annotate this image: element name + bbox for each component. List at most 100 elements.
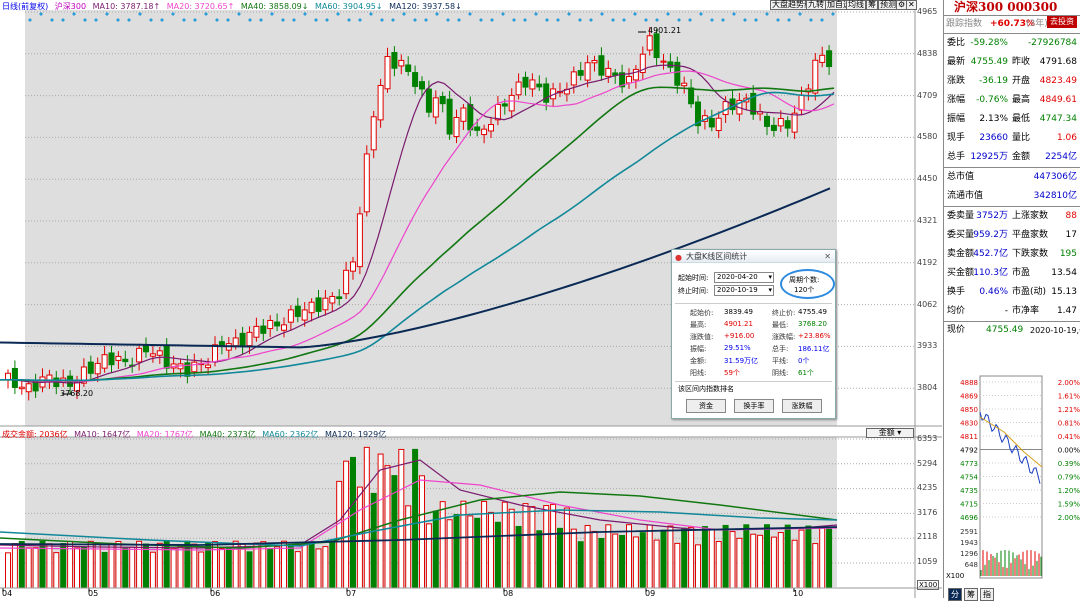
- stats-label: 最低:: [772, 321, 789, 329]
- mini-price-tick: 4792: [960, 447, 978, 455]
- period-value: 120个: [794, 286, 815, 294]
- volume-bar: [274, 546, 281, 589]
- mini-price-tick: 4811: [960, 433, 978, 441]
- quote-value: -0.76%: [976, 95, 1008, 105]
- quote-label: 金额: [1012, 152, 1031, 162]
- quote-value: 959.2万: [973, 230, 1008, 240]
- quote-label: 量比: [1012, 133, 1031, 143]
- volume-bar: [80, 546, 87, 589]
- month-tick: 05: [88, 589, 99, 598]
- candle-body: [149, 353, 156, 357]
- quote-label: 均价: [947, 306, 966, 316]
- volume-bar: [336, 480, 343, 589]
- dialog-title-bar[interactable]: ● 大盘K线区间统计 ✕: [672, 250, 835, 263]
- volume-bar: [653, 539, 660, 589]
- volume-bar: [308, 541, 315, 589]
- quote-value: 2254亿: [1045, 152, 1077, 162]
- candle-body: [370, 116, 377, 151]
- candle-body: [764, 115, 770, 127]
- turnover-button[interactable]: 换手率: [734, 399, 774, 413]
- mini-price-tick: 4773: [960, 460, 978, 468]
- chips-button[interactable]: 筹: [866, 0, 878, 10]
- candle-body: [425, 88, 432, 113]
- volume-tick: 5294: [917, 458, 938, 468]
- candle-body: [488, 124, 494, 132]
- volume-bar: [764, 524, 770, 589]
- candle-body: [18, 386, 25, 390]
- volume-bar: [384, 465, 391, 589]
- candle-body: [398, 59, 405, 67]
- candle-body: [770, 124, 777, 131]
- volume-bar: [474, 517, 481, 589]
- intraday-chart[interactable]: 4888 2.00% 4869 1.61% 4850 1.21% 4830 0.81% 4811…: [944, 372, 1080, 580]
- mini-vol-tick: 1296: [960, 550, 978, 558]
- month-tick: 08: [503, 589, 514, 598]
- volume-tick: 2118: [917, 532, 938, 542]
- close-icon[interactable]: ✕: [906, 0, 917, 10]
- volume-bar: [632, 536, 639, 589]
- quote-value: 4747.34: [1039, 114, 1077, 124]
- panel-tab[interactable]: 指: [980, 588, 994, 601]
- volume-bar: [25, 547, 32, 589]
- volume-bar: [363, 446, 370, 589]
- stats-value: 29.51%: [724, 344, 751, 352]
- volume-bar: [136, 540, 143, 589]
- mini-price-tick: 4735: [960, 487, 978, 495]
- chart-legend: 日线(前复权) 沪深300 MA10: 3787.18↑ MA20: 3720.…: [2, 1, 466, 12]
- volume-bar: [619, 534, 626, 589]
- ma-button[interactable]: 均线: [846, 0, 866, 10]
- candle-body: [536, 83, 543, 88]
- vol-ma120: MA120: 1929亿: [324, 430, 387, 439]
- stats-label: 起始价:: [690, 309, 714, 317]
- month-tick: 07: [346, 589, 357, 598]
- interval-stats-dialog[interactable]: ● 大盘K线区间统计 ✕ 起始时间: 2020-04-20 ▾ 终止时间: 202…: [671, 249, 836, 419]
- candle-body: [239, 332, 246, 348]
- change-button[interactable]: 涨跌幅: [782, 399, 822, 413]
- mini-pct-tick: 0.81%: [1058, 420, 1080, 428]
- volume-unit-label: 金额: [878, 428, 895, 437]
- volume-tick: 1059: [917, 557, 938, 566]
- candle-body: [660, 60, 667, 63]
- candle-body: [101, 354, 108, 369]
- candle-body: [260, 325, 267, 334]
- price-tick: 4192: [917, 257, 938, 267]
- price-tick: 4062: [917, 299, 938, 309]
- candle-body: [577, 70, 584, 76]
- invest-button[interactable]: 去投资: [1047, 16, 1077, 28]
- volume-bar: [488, 511, 494, 589]
- period-label: 周期个数:: [789, 276, 820, 284]
- mini-pct-tick: 0.00%: [1058, 447, 1080, 455]
- legend-ma60: MA60: 3904.95↓: [315, 2, 383, 11]
- legend-ma10: MA10: 3787.18↑: [92, 2, 161, 11]
- volume-unit-dropdown[interactable]: 金额 ▾: [866, 428, 914, 438]
- mini-pct-tick: 0.79%: [1058, 474, 1080, 482]
- candle-body: [156, 350, 163, 356]
- candle-body: [432, 97, 439, 118]
- candle-body: [708, 117, 715, 128]
- panel-tab[interactable]: 分: [948, 588, 962, 601]
- end-time-label: 终止时间:: [678, 287, 709, 295]
- mini-pct-tick: 1.21%: [1058, 406, 1080, 414]
- quote-value: 1.06: [1056, 133, 1077, 143]
- end-time-select[interactable]: 2020-10-19 ▾: [714, 285, 774, 296]
- close-icon[interactable]: ✕: [824, 250, 831, 263]
- stats-value: 31.59万亿: [724, 357, 759, 365]
- quote-value: 4755.49: [970, 57, 1008, 67]
- quote-label: 上涨家数: [1012, 211, 1049, 221]
- now-date: 2020-10-19,一: [1030, 326, 1080, 335]
- panel-tab[interactable]: 筹: [964, 588, 978, 601]
- candle-body: [419, 81, 425, 90]
- quote-row: 委比 -59.28% -27926784: [944, 34, 1080, 53]
- nine-turn-button[interactable]: 九转: [806, 0, 826, 10]
- price-tick: 4450: [917, 174, 938, 184]
- forecast-button[interactable]: 预测: [878, 0, 898, 10]
- start-time-select[interactable]: 2020-04-20 ▾: [714, 272, 774, 283]
- volume-bar: [5, 552, 11, 589]
- candle-body: [798, 94, 805, 111]
- volume-bar: [343, 460, 350, 589]
- candle-body: [439, 95, 446, 105]
- fund-button[interactable]: 资金: [686, 399, 726, 413]
- volume-bar: [757, 534, 764, 589]
- volume-bar: [267, 548, 274, 589]
- volume-bar: [294, 551, 301, 589]
